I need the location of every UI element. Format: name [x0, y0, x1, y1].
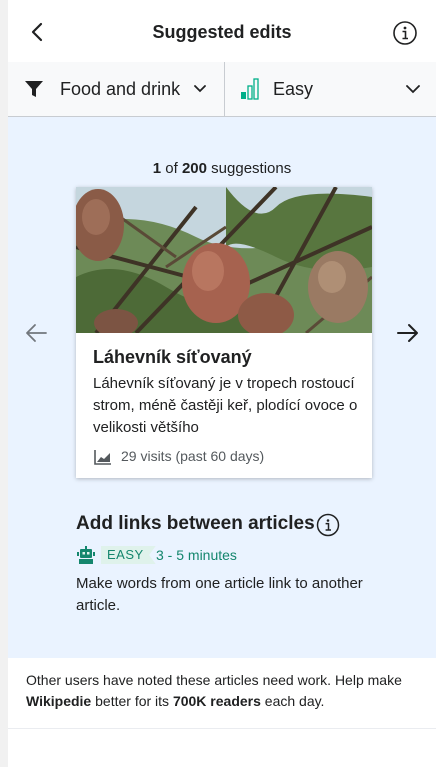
footer-text-1: Other users have noted these articles ne…: [26, 672, 402, 688]
topic-filter-dropdown[interactable]: Food and drink: [8, 62, 225, 116]
task-description: Make words from one article link to anot…: [76, 575, 363, 614]
task-type-title: Add links between articles: [76, 513, 315, 534]
app: Suggested edits Food and drink Easy 1 of…: [8, 0, 436, 767]
article-image: [76, 187, 372, 333]
counter-current: 1: [152, 160, 162, 177]
difficulty-filter-dropdown[interactable]: Easy: [225, 62, 436, 116]
difficulty-badge: EASY: [101, 546, 156, 564]
article-title: Láhevník síťovaný: [93, 347, 252, 367]
robot-icon: [77, 546, 95, 564]
difficulty-filter-label: Easy: [273, 79, 314, 99]
info-icon[interactable]: [392, 20, 418, 46]
footer-text-3: each day.: [260, 693, 325, 709]
footer-site-name: Wikipedie: [26, 693, 92, 709]
chevron-down-icon: [406, 85, 420, 94]
counter-of: of: [161, 160, 182, 177]
visits-chart-icon: [94, 450, 111, 465]
footer-readers: 700K readers: [172, 693, 261, 709]
chevron-down-icon: [194, 85, 206, 93]
suggestion-card[interactable]: Láhevník síťovaný Láhevník síťovaný je v…: [76, 187, 372, 478]
suggestion-area: 1 of 200 suggestions Láhevník síťovaný L…: [8, 117, 436, 658]
difficulty-bars-icon: [241, 78, 259, 100]
extract-fade: [269, 417, 329, 439]
suggestion-counter: 1 of 200 suggestions: [8, 160, 436, 177]
arrow-right-icon[interactable]: [396, 322, 420, 344]
info-icon[interactable]: [316, 513, 340, 537]
topic-filter-label: Food and drink: [60, 79, 181, 99]
task-time-estimate: 3 - 5 minutes: [156, 547, 237, 563]
arrow-left-icon[interactable]: [24, 322, 48, 344]
page-title: Suggested edits: [152, 22, 292, 42]
device-edge: [0, 0, 8, 767]
footer-text-2: better for its: [91, 693, 173, 709]
article-extract: Láhevník síťovaný je v tropech rostoucí …: [93, 373, 359, 439]
counter-suffix: suggestions: [207, 160, 292, 177]
article-visits: 29 visits (past 60 days): [121, 448, 265, 464]
counter-total: 200: [181, 160, 207, 177]
filter-bar: Food and drink Easy: [8, 62, 436, 117]
top-app-bar: Suggested edits: [8, 0, 436, 63]
footer-info: Other users have noted these articles ne…: [8, 658, 436, 729]
filter-funnel-icon: [25, 81, 43, 97]
footer-text: Other users have noted these articles ne…: [26, 670, 426, 712]
